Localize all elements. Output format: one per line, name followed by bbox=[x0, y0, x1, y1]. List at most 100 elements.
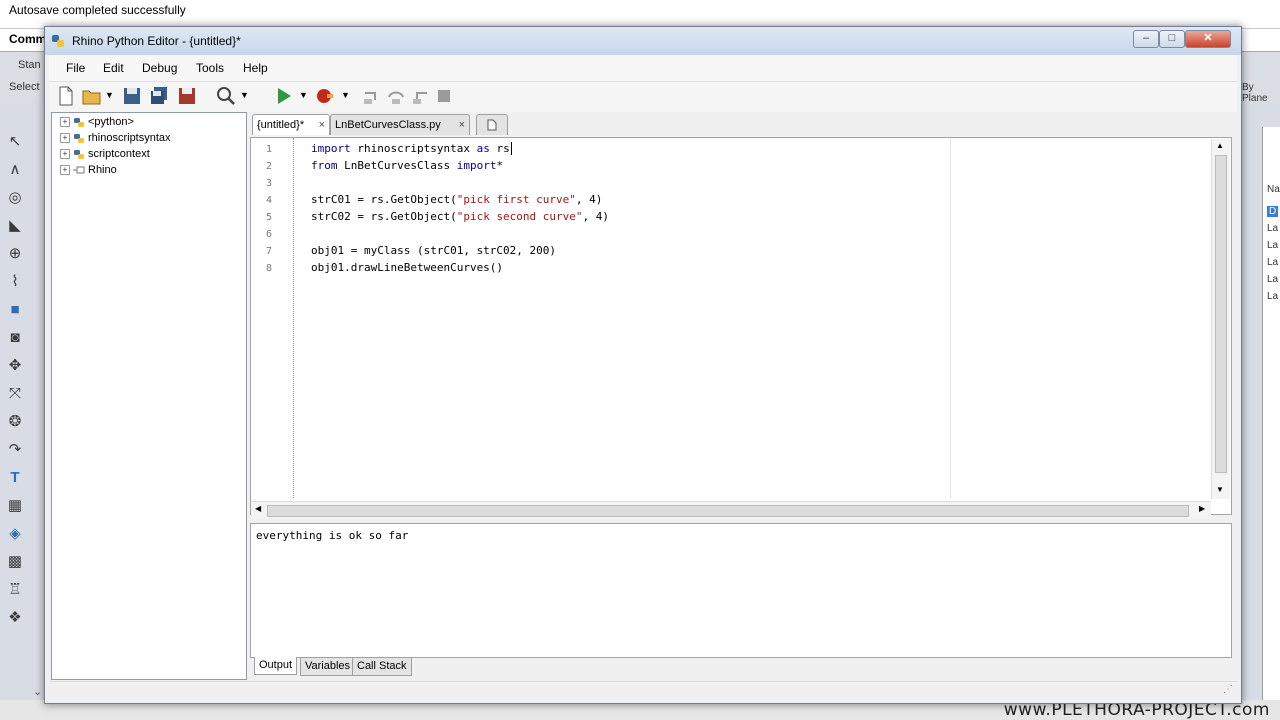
resize-grip-icon[interactable]: ⋰ bbox=[1223, 684, 1233, 695]
python-app-icon bbox=[52, 35, 64, 47]
python-module-icon bbox=[74, 133, 84, 143]
tree-item-rhinoscriptsyntax[interactable]: + rhinoscriptsyntax bbox=[60, 132, 171, 148]
cylinder-icon[interactable]: ◙ bbox=[5, 328, 25, 348]
maximize-button[interactable]: □ bbox=[1159, 30, 1185, 48]
text-icon[interactable]: T bbox=[5, 468, 25, 488]
output-panel[interactable]: everything is ok so far bbox=[250, 523, 1232, 658]
line-number: 7 bbox=[266, 246, 273, 257]
menu-debug[interactable]: Debug bbox=[142, 61, 177, 75]
strip-label-select[interactable]: Select bbox=[9, 81, 40, 93]
menu-tools[interactable]: Tools bbox=[196, 61, 224, 75]
editor-horizontal-scrollbar[interactable]: ◀ ▶ bbox=[251, 501, 1211, 519]
save-all-icon[interactable] bbox=[148, 85, 170, 107]
run-dropdown-icon[interactable]: ▼ bbox=[299, 90, 308, 100]
polyline-icon[interactable]: ∧ bbox=[5, 160, 25, 180]
ellipse-icon[interactable]: ⊕ bbox=[5, 244, 25, 264]
panel-item[interactable]: La bbox=[1267, 257, 1278, 268]
line-number: 8 bbox=[266, 263, 273, 274]
output-tabs: Output Variables Call Stack bbox=[252, 656, 652, 678]
arc-icon[interactable]: ◣ bbox=[5, 216, 25, 236]
render-icon[interactable]: ❖ bbox=[5, 608, 25, 628]
close-button[interactable]: ✕ bbox=[1185, 30, 1231, 48]
tab-call-stack[interactable]: Call Stack bbox=[352, 657, 412, 676]
move-icon[interactable]: ⤧ bbox=[5, 384, 25, 404]
tab-untitled[interactable]: {untitled}* × bbox=[252, 114, 330, 135]
close-tab-icon[interactable]: × bbox=[459, 115, 465, 135]
open-folder-icon[interactable] bbox=[81, 85, 103, 107]
step-over-icon[interactable] bbox=[385, 85, 407, 107]
line-number: 4 bbox=[266, 195, 273, 206]
code-line-2: from LnBetCurvesClass import* bbox=[311, 159, 504, 172]
scroll-down-icon[interactable]: ▼ bbox=[1216, 485, 1224, 494]
expand-icon[interactable]: + bbox=[60, 133, 70, 144]
menu-file[interactable]: File bbox=[66, 61, 85, 75]
code-line-7: obj01 = myClass (strC01, strC02, 200) bbox=[311, 244, 557, 257]
scroll-thumb[interactable] bbox=[267, 505, 1189, 517]
edge-guide-line bbox=[950, 138, 951, 498]
code-line-5: strC02 = rs.GetObject("pick second curve… bbox=[311, 210, 610, 223]
curve-tool-icon[interactable]: ↷ bbox=[5, 440, 25, 460]
more-tools-chevron-icon[interactable]: ⌄ bbox=[33, 682, 43, 702]
window-title: Rhino Python Editor - {untitled}* bbox=[72, 34, 241, 48]
circle-icon[interactable]: ◎ bbox=[5, 188, 25, 208]
minimize-button[interactable]: – bbox=[1133, 30, 1159, 48]
namespace-icon bbox=[73, 166, 85, 174]
boolean-icon[interactable]: ❂ bbox=[5, 412, 25, 432]
save-icon[interactable] bbox=[121, 85, 143, 107]
new-tab-button[interactable] bbox=[476, 114, 508, 135]
tab-output[interactable]: Output bbox=[254, 657, 298, 675]
select-arrow-icon[interactable]: ↖ bbox=[5, 132, 25, 152]
step-out-icon[interactable] bbox=[409, 85, 431, 107]
solid-icon[interactable]: ◈ bbox=[5, 524, 25, 544]
panel-item[interactable]: La bbox=[1267, 223, 1278, 234]
scroll-up-icon[interactable]: ▲ bbox=[1216, 141, 1224, 150]
strip-label-standard[interactable]: Stan bbox=[18, 59, 41, 71]
panel-item[interactable]: D bbox=[1267, 206, 1279, 217]
scroll-thumb[interactable] bbox=[1215, 155, 1227, 473]
tree-item-rhino[interactable]: + Rhino bbox=[60, 164, 117, 180]
array-icon[interactable]: ▩ bbox=[5, 552, 25, 572]
tab-variables[interactable]: Variables bbox=[300, 657, 356, 676]
stop-icon[interactable] bbox=[433, 85, 455, 107]
title-bar[interactable]: Rhino Python Editor - {untitled}* – □ ✕ bbox=[45, 27, 1241, 55]
command-label: Comm bbox=[9, 32, 47, 46]
breakpoint-icon[interactable] bbox=[313, 85, 335, 107]
new-file-icon[interactable] bbox=[55, 85, 77, 107]
code-editor[interactable]: 1 2 3 4 5 6 7 8 import rhinoscriptsyntax… bbox=[250, 137, 1232, 515]
rhino-status-bar: Autosave completed successfully bbox=[0, 0, 1280, 29]
editor-vertical-scrollbar[interactable]: ▲ ▼ bbox=[1211, 139, 1230, 499]
rhino-right-panel: Na D La La La La La bbox=[1240, 102, 1280, 707]
tab-lnbetcurvesclass[interactable]: LnBetCurvesClass.py × bbox=[330, 114, 470, 135]
step-into-icon[interactable] bbox=[361, 85, 383, 107]
scroll-left-icon[interactable]: ◀ bbox=[255, 504, 261, 513]
menu-edit[interactable]: Edit bbox=[103, 61, 124, 75]
panel-item[interactable]: La bbox=[1267, 274, 1278, 285]
strip-label-byplane[interactable]: By Plane bbox=[1242, 82, 1280, 104]
menu-help[interactable]: Help bbox=[243, 61, 268, 75]
scroll-right-icon[interactable]: ▶ bbox=[1199, 504, 1205, 513]
module-tree: + <python> + rhinoscriptsyntax + scriptcont… bbox=[51, 112, 247, 680]
grid-icon[interactable]: ▦ bbox=[5, 496, 25, 516]
box-icon[interactable]: ■ bbox=[5, 300, 25, 320]
tree-item-python[interactable]: + <python> bbox=[60, 116, 134, 132]
tree-item-scriptcontext[interactable]: + scriptcontext bbox=[60, 148, 150, 164]
find-dropdown-icon[interactable]: ▼ bbox=[240, 90, 249, 100]
transform-icon[interactable]: ✥ bbox=[5, 356, 25, 376]
expand-icon[interactable]: + bbox=[60, 165, 70, 176]
run-icon[interactable] bbox=[273, 85, 295, 107]
debug-dropdown-icon[interactable]: ▼ bbox=[341, 90, 350, 100]
open-dropdown-icon[interactable]: ▼ bbox=[105, 90, 114, 100]
save-as-icon[interactable] bbox=[176, 85, 198, 107]
close-tab-icon[interactable]: × bbox=[319, 115, 325, 135]
panel-item[interactable]: La bbox=[1267, 240, 1278, 251]
find-icon[interactable] bbox=[215, 85, 237, 107]
mesh-icon[interactable]: ♖ bbox=[5, 580, 25, 600]
expand-icon[interactable]: + bbox=[60, 149, 70, 160]
line-number: 3 bbox=[266, 178, 273, 189]
expand-icon[interactable]: + bbox=[60, 117, 70, 128]
freeform-icon[interactable]: ⌇ bbox=[5, 272, 25, 292]
line-number: 2 bbox=[266, 161, 273, 172]
code-line-1: import rhinoscriptsyntax as rs bbox=[311, 142, 512, 155]
panel-item[interactable]: La bbox=[1267, 291, 1278, 302]
status-text: Autosave completed successfully bbox=[9, 3, 186, 17]
